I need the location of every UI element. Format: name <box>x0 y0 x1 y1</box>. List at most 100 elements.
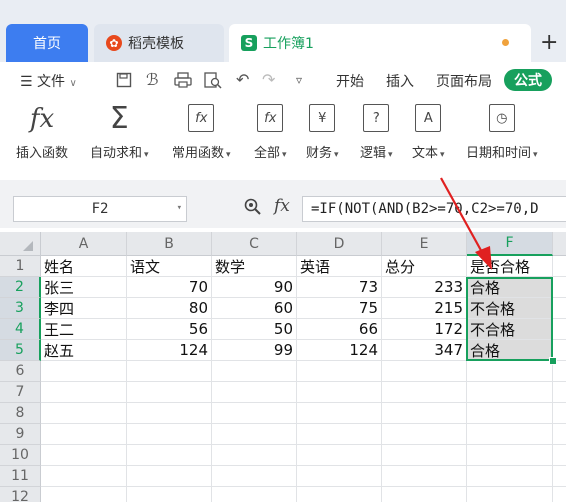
cell-a9[interactable] <box>41 424 127 445</box>
cell-f4[interactable]: 不合格 <box>467 319 553 340</box>
cell-b9[interactable] <box>127 424 212 445</box>
column-header-g[interactable] <box>553 232 566 256</box>
cell-a3[interactable]: 李四 <box>41 298 127 319</box>
cell-d9[interactable] <box>297 424 382 445</box>
autosum-button[interactable]: Σ 自动求和 ▾ <box>90 104 149 162</box>
cell-g11[interactable] <box>553 466 566 487</box>
select-all-corner[interactable] <box>0 232 41 256</box>
cell-d12[interactable] <box>297 487 382 502</box>
cell-c10[interactable] <box>212 445 297 466</box>
menu-insert[interactable]: 插入 <box>386 71 414 91</box>
zoom-icon[interactable] <box>244 198 262 216</box>
cell-f5[interactable]: 合格 <box>467 340 553 361</box>
cell-a1[interactable]: 姓名 <box>41 256 127 277</box>
logical-button[interactable]: ? 逻辑 ▾ <box>360 104 393 161</box>
cell-c3[interactable]: 60 <box>212 298 297 319</box>
menu-formulas[interactable]: 公式 <box>504 69 552 91</box>
row-header-7[interactable]: 7 <box>0 382 41 403</box>
column-header-a[interactable]: A <box>41 232 127 256</box>
cell-g4[interactable] <box>553 319 566 340</box>
cell-c5[interactable]: 99 <box>212 340 297 361</box>
cell-a10[interactable] <box>41 445 127 466</box>
print-icon[interactable] <box>174 72 192 88</box>
fx-icon[interactable]: fx <box>274 196 290 216</box>
name-box[interactable]: F2 ▾ <box>13 196 187 222</box>
redo-icon[interactable]: ↷ <box>262 70 275 89</box>
cell-g12[interactable] <box>553 487 566 502</box>
row-header-9[interactable]: 9 <box>0 424 41 445</box>
cell-b11[interactable] <box>127 466 212 487</box>
cell-d4[interactable]: 66 <box>297 319 382 340</box>
cell-e1[interactable]: 总分 <box>382 256 467 277</box>
menu-start[interactable]: 开始 <box>336 71 364 91</box>
cell-b10[interactable] <box>127 445 212 466</box>
cell-g1[interactable] <box>553 256 566 277</box>
cell-a11[interactable] <box>41 466 127 487</box>
text-button[interactable]: A 文本 ▾ <box>412 104 445 161</box>
cell-g8[interactable] <box>553 403 566 424</box>
cell-e9[interactable] <box>382 424 467 445</box>
tab-home[interactable]: 首页 <box>6 24 88 62</box>
cell-f11[interactable] <box>467 466 553 487</box>
row-header-11[interactable]: 11 <box>0 466 41 487</box>
date-time-button[interactable]: ◷ 日期和时间 ▾ <box>466 104 538 161</box>
cell-e7[interactable] <box>382 382 467 403</box>
cell-b5[interactable]: 124 <box>127 340 212 361</box>
undo-icon[interactable]: ↶ <box>236 70 249 89</box>
cell-c2[interactable]: 90 <box>212 277 297 298</box>
row-header-8[interactable]: 8 <box>0 403 41 424</box>
cell-d3[interactable]: 75 <box>297 298 382 319</box>
file-menu[interactable]: ☰ 文件 ∨ <box>20 71 77 91</box>
column-header-e[interactable]: E <box>382 232 467 256</box>
tab-workbook[interactable]: S 工作簿1 <box>229 24 531 62</box>
row-header-2[interactable]: 2 <box>0 277 41 298</box>
cell-d7[interactable] <box>297 382 382 403</box>
cell-c8[interactable] <box>212 403 297 424</box>
tab-docer[interactable]: ✿ 稻壳模板 <box>94 24 224 62</box>
column-header-d[interactable]: D <box>297 232 382 256</box>
row-header-10[interactable]: 10 <box>0 445 41 466</box>
cell-c12[interactable] <box>212 487 297 502</box>
column-header-c[interactable]: C <box>212 232 297 256</box>
customize-toolbar-icon[interactable]: ▿ <box>296 73 302 87</box>
cell-e12[interactable] <box>382 487 467 502</box>
cell-f6[interactable] <box>467 361 553 382</box>
all-functions-button[interactable]: fx 全部 ▾ <box>254 104 287 161</box>
row-header-3[interactable]: 3 <box>0 298 41 319</box>
cell-f12[interactable] <box>467 487 553 502</box>
cell-e6[interactable] <box>382 361 467 382</box>
cell-g10[interactable] <box>553 445 566 466</box>
cell-c7[interactable] <box>212 382 297 403</box>
cell-e11[interactable] <box>382 466 467 487</box>
row-header-6[interactable]: 6 <box>0 361 41 382</box>
cell-c11[interactable] <box>212 466 297 487</box>
cell-f7[interactable] <box>467 382 553 403</box>
fill-handle[interactable] <box>549 357 557 365</box>
cell-f10[interactable] <box>467 445 553 466</box>
cell-e2[interactable]: 233 <box>382 277 467 298</box>
cell-b8[interactable] <box>127 403 212 424</box>
cell-b12[interactable] <box>127 487 212 502</box>
cell-b6[interactable] <box>127 361 212 382</box>
cell-g2[interactable] <box>553 277 566 298</box>
format-painter-icon[interactable]: ℬ <box>146 70 159 89</box>
cell-g3[interactable] <box>553 298 566 319</box>
cell-e3[interactable]: 215 <box>382 298 467 319</box>
cell-b1[interactable]: 语文 <box>127 256 212 277</box>
cell-d6[interactable] <box>297 361 382 382</box>
cell-d1[interactable]: 英语 <box>297 256 382 277</box>
cell-f9[interactable] <box>467 424 553 445</box>
cell-c1[interactable]: 数学 <box>212 256 297 277</box>
cell-e4[interactable]: 172 <box>382 319 467 340</box>
cell-g9[interactable] <box>553 424 566 445</box>
cell-b4[interactable]: 56 <box>127 319 212 340</box>
new-tab-button[interactable]: + <box>540 30 558 55</box>
cell-b3[interactable]: 80 <box>127 298 212 319</box>
cell-d8[interactable] <box>297 403 382 424</box>
row-header-5[interactable]: 5 <box>0 340 41 361</box>
row-header-12[interactable]: 12 <box>0 487 41 502</box>
row-header-4[interactable]: 4 <box>0 319 41 340</box>
save-icon[interactable] <box>116 72 132 88</box>
cell-g7[interactable] <box>553 382 566 403</box>
cell-e8[interactable] <box>382 403 467 424</box>
